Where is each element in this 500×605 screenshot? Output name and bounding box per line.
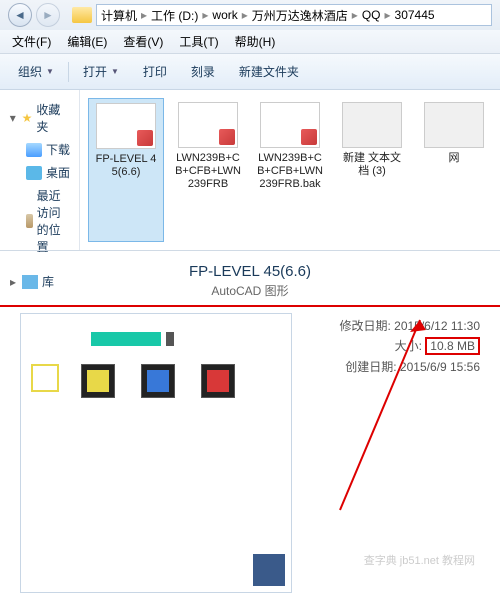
chevron-right-icon: ▸ <box>141 8 147 22</box>
menu-edit[interactable]: 编辑(E) <box>59 31 115 52</box>
toolbar: 组织 ▼ 打开 ▼ 打印 刻录 新建文件夹 <box>0 54 500 90</box>
sidebar-favorites[interactable]: ▾ ★ 收藏夹 <box>8 98 71 138</box>
sidebar-label: 最近访问的位置 <box>37 187 71 255</box>
sidebar-label: 收藏夹 <box>36 101 71 135</box>
file-thumbnail-icon <box>178 102 238 148</box>
sidebar-desktop[interactable]: 桌面 <box>8 161 71 184</box>
file-thumbnail-icon <box>260 102 320 148</box>
recent-icon <box>26 214 33 228</box>
meta-label: 创建日期: <box>345 360 396 374</box>
chevron-right-icon: ▸ <box>352 8 358 22</box>
file-item[interactable]: 新建 文本文档 (3) <box>334 98 410 242</box>
file-name: 网 <box>449 152 460 165</box>
file-thumbnail-icon <box>96 103 156 149</box>
file-name: LWN239B+CB+CFB+LWN239FRB.bak <box>256 152 324 191</box>
breadcrumb[interactable]: 计算机 ▸ 工作 (D:) ▸ work ▸ 万州万达逸林酒店 ▸ QQ ▸ 307445 <box>96 4 492 26</box>
file-item[interactable]: FP-LEVEL 45(6.6) <box>88 98 164 242</box>
meta-value: 2015/6/9 15:56 <box>400 360 480 374</box>
size-highlight: 10.8 MB <box>425 337 480 355</box>
file-name: 新建 文本文档 (3) <box>338 152 406 178</box>
menubar: 文件(F) 编辑(E) 查看(V) 工具(T) 帮助(H) <box>0 30 500 54</box>
caret-down-icon: ▾ <box>8 111 18 125</box>
breadcrumb-item[interactable]: 307445 <box>395 8 435 22</box>
breadcrumb-item[interactable]: 计算机 <box>101 7 137 24</box>
chevron-right-icon: ▸ <box>242 8 248 22</box>
sidebar-recent[interactable]: 最近访问的位置 <box>8 184 71 258</box>
desktop-icon <box>26 166 42 180</box>
arrow-right-icon: ► <box>42 8 54 22</box>
print-button[interactable]: 打印 <box>133 59 177 84</box>
autocad-icon <box>253 554 285 586</box>
meta-value: 2015/6/12 11:30 <box>394 319 480 333</box>
chevron-down-icon: ▼ <box>46 67 54 76</box>
sidebar-label: 下载 <box>46 141 70 158</box>
preview-metadata: 修改日期: 2015/6/12 11:30 大小: 10.8 MB 创建日期: … <box>312 313 480 593</box>
star-icon: ★ <box>22 111 33 125</box>
new-folder-button[interactable]: 新建文件夹 <box>229 59 309 84</box>
chevron-right-icon: ▸ <box>385 8 391 22</box>
breadcrumb-item[interactable]: 万州万达逸林酒店 <box>252 7 348 24</box>
nav-back-button[interactable]: ◄ <box>8 3 32 27</box>
sidebar-label: 桌面 <box>46 164 70 181</box>
arrow-left-icon: ◄ <box>14 8 26 22</box>
preview-subtitle: AutoCAD 图形 <box>20 282 480 299</box>
organize-button[interactable]: 组织 ▼ <box>8 59 64 84</box>
folder-icon <box>72 7 92 23</box>
preview-title: FP-LEVEL 45(6.6) <box>20 263 480 280</box>
file-thumbnail-icon <box>424 102 484 148</box>
preview-thumbnail <box>20 313 292 593</box>
breadcrumb-item[interactable]: work <box>212 8 237 22</box>
menu-tools[interactable]: 工具(T) <box>171 31 226 52</box>
menu-view[interactable]: 查看(V) <box>115 31 171 52</box>
separator-icon <box>68 62 69 82</box>
file-thumbnail-icon <box>342 102 402 148</box>
download-icon <box>26 143 42 157</box>
file-item[interactable]: 网 <box>416 98 492 242</box>
burn-button[interactable]: 刻录 <box>181 59 225 84</box>
annotation-line <box>0 305 500 307</box>
file-name: LWN239B+CB+CFB+LWN239FRB <box>174 152 242 191</box>
sidebar: ▾ ★ 收藏夹 下载 桌面 最近访问的位置 ▸ 库 <box>0 90 80 250</box>
menu-file[interactable]: 文件(F) <box>4 31 59 52</box>
nav-forward-button[interactable]: ► <box>36 3 60 27</box>
menu-help[interactable]: 帮助(H) <box>227 31 284 52</box>
breadcrumb-item[interactable]: QQ <box>362 8 381 22</box>
meta-label: 大小: <box>395 339 422 353</box>
breadcrumb-item[interactable]: 工作 (D:) <box>151 7 198 24</box>
file-name: FP-LEVEL 45(6.6) <box>93 153 159 179</box>
chevron-down-icon: ▼ <box>111 67 119 76</box>
file-list: FP-LEVEL 45(6.6) LWN239B+CB+CFB+LWN239FR… <box>80 90 500 250</box>
watermark: 查字典 jb51.net 教程网 <box>364 552 475 568</box>
file-item[interactable]: LWN239B+CB+CFB+LWN239FRB.bak <box>252 98 328 242</box>
meta-label: 修改日期: <box>339 319 390 333</box>
chevron-right-icon: ▸ <box>202 8 208 22</box>
sidebar-downloads[interactable]: 下载 <box>8 138 71 161</box>
file-item[interactable]: LWN239B+CB+CFB+LWN239FRB <box>170 98 246 242</box>
open-button[interactable]: 打开 ▼ <box>73 59 129 84</box>
